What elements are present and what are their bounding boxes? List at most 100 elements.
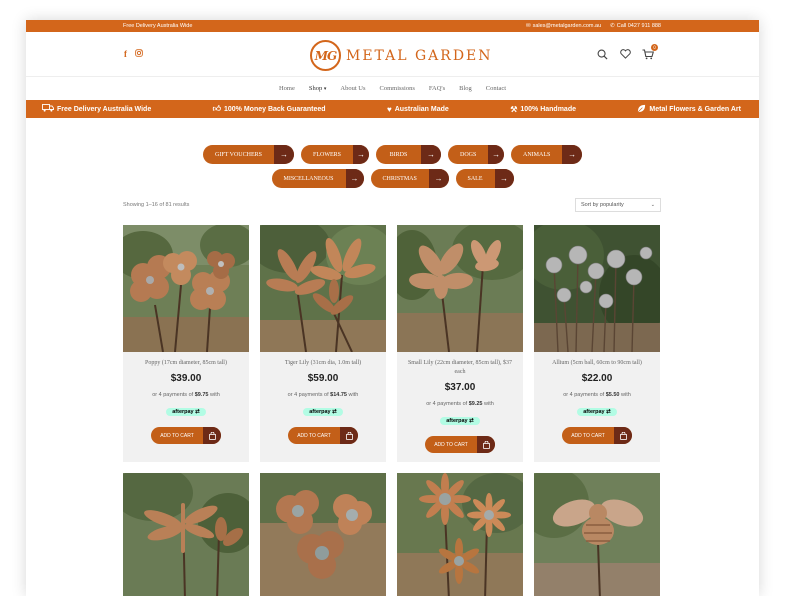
product-name[interactable]: Poppy (17cm diameter, 85cm tall) xyxy=(129,359,243,368)
category-gift-vouchers[interactable]: GIFT VOUCHERS → xyxy=(203,145,294,164)
sort-select[interactable]: Sort by popularity ⌄ xyxy=(575,198,661,212)
nav-shop[interactable]: Shop ▾ xyxy=(309,85,327,92)
installment-amount: $14.75 xyxy=(330,392,347,398)
results-count: Showing 1–16 of 81 results xyxy=(123,202,190,208)
product-info: Poppy (17cm diameter, 85cm tall) $39.00 … xyxy=(123,352,249,444)
benefit-handmade: ⚒ 100% Handmade xyxy=(510,105,576,114)
add-to-cart-button[interactable]: ADD TO CART xyxy=(425,436,495,453)
category-row-1: GIFT VOUCHERS → FLOWERS → BIRDS → DOGS → ANI… xyxy=(26,145,759,164)
product-image-tiger-lily[interactable] xyxy=(260,225,386,352)
nav-shop-label: Shop xyxy=(308,85,323,92)
product-card-dragonfly xyxy=(123,473,249,596)
product-image-bee[interactable] xyxy=(534,473,660,596)
heart-icon: ♥ xyxy=(386,104,392,114)
truck-icon xyxy=(42,104,54,114)
product-card-bee xyxy=(534,473,660,596)
benefit-delivery-label: Free Delivery Australia Wide xyxy=(57,105,152,113)
product-name[interactable]: Tiger Lily (31cm dia, 1.0m tall) xyxy=(266,359,380,368)
category-animals[interactable]: ANIMALS → xyxy=(511,145,582,164)
site-logo[interactable]: MG METAL GARDEN xyxy=(310,40,493,71)
email-link[interactable]: ✉ sales@metalgarden.com.au xyxy=(526,23,601,29)
category-flowers[interactable]: FLOWERS → xyxy=(301,145,369,164)
nav-home[interactable]: Home xyxy=(279,85,295,92)
logo-text: METAL GARDEN xyxy=(346,47,493,64)
sort-selected-value: Sort by popularity xyxy=(581,202,624,208)
thumbs-up-icon: 👍︎ xyxy=(212,104,221,113)
product-info: Allium (5cm ball, 60cm to 90cm tall) $22… xyxy=(534,352,660,444)
category-label: ANIMALS xyxy=(523,151,551,158)
add-to-cart-button[interactable]: ADD TO CART xyxy=(288,427,358,444)
product-name[interactable]: Allium (5cm ball, 60cm to 90cm tall) xyxy=(540,359,654,368)
instagram-icon[interactable] xyxy=(135,49,143,60)
product-card-small-lily: Small Lily (22cm diameter, 85cm tall), $… xyxy=(397,225,523,462)
category-label: GIFT VOUCHERS xyxy=(215,151,262,158)
cart-count-badge: 0 xyxy=(651,44,658,51)
afterpay-logo-icon: ⇄ xyxy=(195,409,200,415)
afterpay-badge[interactable]: afterpay ⇄ xyxy=(303,408,343,416)
product-name[interactable]: Small Lily (22cm diameter, 85cm tall), $… xyxy=(403,359,517,377)
header-icons: 0 xyxy=(595,44,658,61)
product-image-dragonfly[interactable] xyxy=(123,473,249,596)
category-birds[interactable]: BIRDS → xyxy=(376,145,441,164)
wishlist-heart-icon[interactable] xyxy=(618,47,632,61)
category-label: DOGS xyxy=(460,151,477,158)
shopping-bag-icon xyxy=(614,427,632,444)
add-to-cart-button[interactable]: ADD TO CART xyxy=(151,427,221,444)
arrow-right-icon: → xyxy=(428,169,449,188)
add-to-cart-label: ADD TO CART xyxy=(297,432,331,439)
search-icon[interactable] xyxy=(595,47,609,61)
afterpay-label: afterpay xyxy=(309,409,331,415)
nav-about-us[interactable]: About Us xyxy=(340,85,365,92)
arrow-right-icon: → xyxy=(421,145,441,164)
category-label: MISCELLANEOUS xyxy=(283,175,334,182)
installment-amount: $5.50 xyxy=(605,392,620,398)
product-image-poppy[interactable] xyxy=(123,225,249,352)
product-image-small-lily[interactable] xyxy=(397,225,523,352)
arrow-right-icon: → xyxy=(488,145,504,164)
afterpay-text: or 4 payments of $14.75 with xyxy=(287,392,359,398)
product-price: $39.00 xyxy=(170,373,202,384)
category-label: BIRDS xyxy=(389,151,408,158)
leaf-icon xyxy=(637,104,646,115)
category-sale[interactable]: SALE → xyxy=(455,169,514,188)
benefits-bar: Free Delivery Australia Wide 👍︎ 100% Mon… xyxy=(26,100,759,118)
category-buttons: GIFT VOUCHERS → FLOWERS → BIRDS → DOGS → ANI… xyxy=(26,145,759,193)
installment-amount: $9.25 xyxy=(468,401,483,407)
afterpay-badge[interactable]: afterpay ⇄ xyxy=(577,408,617,416)
afterpay-badge[interactable]: afterpay ⇄ xyxy=(166,408,206,416)
afterpay-logo-icon: ⇄ xyxy=(606,409,611,415)
afterpay-badge[interactable]: afterpay ⇄ xyxy=(440,417,480,425)
phone-text: Call 0427 911 888 xyxy=(616,23,661,29)
social-links: f xyxy=(124,49,143,60)
benefit-garden-art: Metal Flowers & Garden Art xyxy=(637,104,741,115)
phone-link[interactable]: ✆ Call 0427 911 888 xyxy=(610,23,661,29)
page-frame: Free Delivery Australia Wide ✉ sales@meta… xyxy=(26,20,759,596)
nav-contact[interactable]: Contact xyxy=(486,85,506,92)
shopping-bag-icon xyxy=(340,427,358,444)
nav-commissions[interactable]: Commissions xyxy=(380,85,415,92)
category-dogs[interactable]: DOGS → xyxy=(448,145,504,164)
category-label: CHRISTMAS xyxy=(382,175,417,182)
add-to-cart-label: ADD TO CART xyxy=(434,441,468,448)
arrow-right-icon: → xyxy=(353,145,369,164)
facebook-icon[interactable]: f xyxy=(124,49,127,60)
product-image-allium[interactable] xyxy=(534,225,660,352)
category-christmas[interactable]: CHRISTMAS → xyxy=(370,169,449,188)
product-image-daisy[interactable] xyxy=(397,473,523,596)
product-info: Small Lily (22cm diameter, 85cm tall), $… xyxy=(397,352,523,453)
nav-faqs[interactable]: FAQ's xyxy=(429,85,445,92)
shopping-bag-icon xyxy=(203,427,221,444)
add-to-cart-button[interactable]: ADD TO CART xyxy=(562,427,632,444)
category-miscellaneous[interactable]: MISCELLANEOUS → xyxy=(271,169,364,188)
hammer-icon: ⚒ xyxy=(510,104,518,114)
cart-icon[interactable]: 0 xyxy=(641,44,658,61)
afterpay-logo-icon: ⇄ xyxy=(469,418,474,424)
product-grid: Poppy (17cm diameter, 85cm tall) $39.00 … xyxy=(123,225,660,596)
afterpay-logo-icon: ⇄ xyxy=(332,409,337,415)
nav-blog[interactable]: Blog xyxy=(459,85,472,92)
product-price: $59.00 xyxy=(307,373,339,384)
main-nav: Home Shop ▾ About Us Commissions FAQ's B… xyxy=(26,76,759,100)
product-image-silver-centre-flower[interactable] xyxy=(260,473,386,596)
benefit-handmade-label: 100% Handmade xyxy=(520,105,576,113)
benefit-delivery: Free Delivery Australia Wide xyxy=(42,104,151,114)
